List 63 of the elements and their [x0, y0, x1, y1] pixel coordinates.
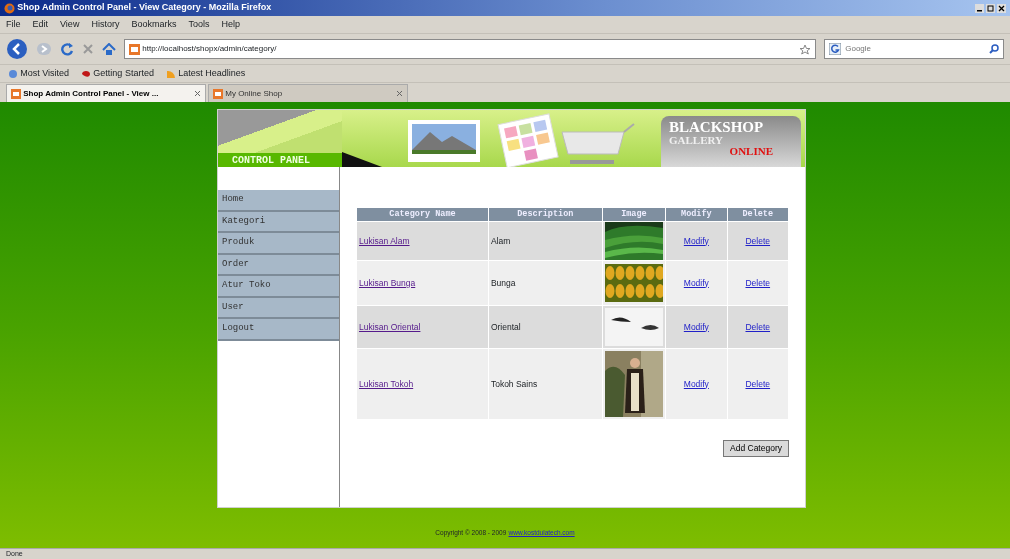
sidebar-item[interactable]: User	[218, 297, 339, 319]
address-field[interactable]: http://localhost/shopx/admin/category/	[124, 39, 816, 59]
modify-link[interactable]: Modify	[683, 321, 709, 332]
minimize-icon[interactable]	[974, 3, 984, 13]
modify-link[interactable]: Modify	[683, 378, 709, 389]
category-link[interactable]: Lukisan Oriental	[359, 321, 421, 332]
delete-link[interactable]: Delete	[745, 277, 771, 288]
category-link[interactable]: Lukisan Tokoh	[359, 378, 414, 389]
delete-link[interactable]: Delete	[745, 378, 771, 389]
menu-item[interactable]: Help	[221, 17, 240, 32]
sidebar-item[interactable]: Home	[218, 190, 339, 212]
bookmark-icon	[81, 68, 92, 79]
sidebar-item[interactable]: Order	[218, 254, 339, 276]
search-icon[interactable]	[989, 44, 999, 54]
menu-item[interactable]: Bookmarks	[131, 17, 177, 32]
star-icon[interactable]	[799, 43, 811, 55]
category-link[interactable]: Lukisan Alam	[359, 235, 410, 246]
sidebar-item[interactable]: Logout	[218, 319, 339, 341]
sidebar-item[interactable]: Produk	[218, 233, 339, 255]
table-cell: Tokoh Sains	[488, 349, 602, 419]
maximize-icon[interactable]	[985, 3, 995, 13]
sidebar-item[interactable]: Kategori	[218, 211, 339, 233]
add-category-button[interactable]: Add Category	[723, 440, 789, 457]
browser-tab[interactable]: Shop Admin Control Panel - View ...	[6, 84, 206, 102]
home-icon[interactable]	[102, 42, 116, 56]
menu-item[interactable]: Tools	[188, 17, 210, 32]
menu-item[interactable]: History	[91, 17, 120, 32]
logo-subtitle: GALLERY	[669, 135, 724, 146]
window-title: Shop Admin Control Panel - View Category - Mozilla Firefox	[17, 1, 273, 15]
modify-link[interactable]: Modify	[683, 277, 709, 288]
site-icon	[11, 88, 21, 99]
reload-icon[interactable]	[60, 42, 74, 56]
browser-tab[interactable]: My Online Shop	[208, 84, 408, 102]
delete-link[interactable]: Delete	[745, 321, 771, 332]
logo-title: BLACKSHOP	[669, 120, 765, 135]
column-header: Category Name	[357, 208, 488, 221]
menu-item[interactable]: File	[6, 17, 21, 32]
site-icon	[129, 43, 140, 55]
bookmark-icon	[8, 68, 18, 79]
menu-item[interactable]: Edit	[32, 17, 49, 32]
column-header: Image	[602, 208, 666, 221]
modify-link[interactable]: Modify	[683, 235, 709, 246]
table-cell: Bunga	[488, 261, 602, 305]
table-cell: Alam	[488, 222, 602, 260]
bookmark-icon	[165, 68, 176, 79]
search-bar[interactable]: Google	[824, 39, 1004, 59]
bookmark-link[interactable]: Most Visited	[8, 66, 70, 81]
close-icon[interactable]	[997, 3, 1006, 13]
bookmark-link[interactable]: Getting Started	[81, 66, 154, 81]
bookmark-link[interactable]: Latest Headlines	[165, 66, 246, 81]
google-icon[interactable]	[829, 43, 841, 55]
delete-link[interactable]: Delete	[745, 235, 771, 246]
column-header: Delete	[727, 208, 788, 221]
logo-tag: ONLINE	[669, 146, 793, 157]
column-header: Modify	[666, 208, 727, 221]
table-cell: Oriental	[488, 306, 602, 348]
back-icon[interactable]	[6, 38, 28, 60]
category-link[interactable]: Lukisan Bunga	[359, 277, 416, 288]
sidebar-item[interactable]: Atur Toko	[218, 276, 339, 298]
banner-title: CONTROL PANEL	[218, 153, 342, 167]
menu-item[interactable]: View	[60, 17, 80, 32]
column-header: Description	[488, 208, 602, 221]
site-icon	[213, 88, 223, 99]
